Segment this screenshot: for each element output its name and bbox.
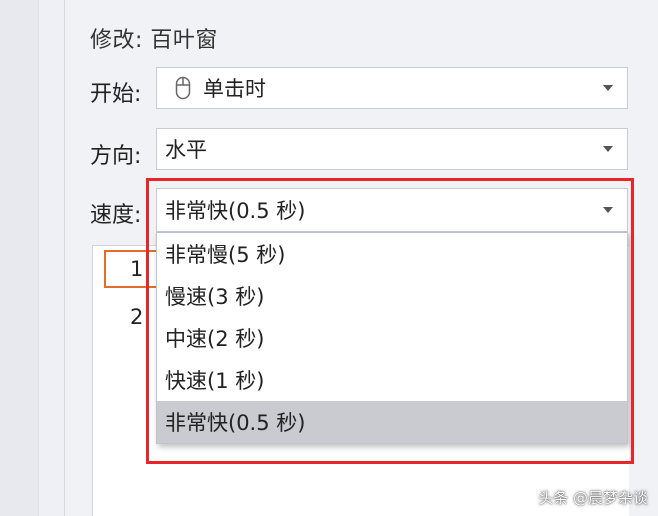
speed-label: 速度:	[90, 203, 142, 228]
start-label: 开始:	[90, 82, 142, 107]
list-item-number[interactable]: 1	[130, 257, 143, 281]
highlight-frame	[146, 178, 634, 464]
left-edge-strip	[0, 0, 39, 516]
direction-value: 水平	[165, 138, 207, 162]
panel-title: 修改: 百叶窗	[90, 28, 218, 53]
chevron-down-icon[interactable]	[603, 85, 613, 91]
start-value: 单击时	[203, 77, 266, 101]
direction-select[interactable]: 水平	[156, 128, 628, 170]
direction-label: 方向:	[90, 144, 142, 169]
chevron-down-icon[interactable]	[603, 146, 613, 152]
list-item-number[interactable]: 2	[130, 305, 143, 329]
mouse-icon	[175, 76, 191, 100]
custom-animation-screen: 修改: 百叶窗 开始: 单击时 方向: 水平 速度: 非常快(0.5 秒) 1 …	[0, 0, 658, 516]
start-select[interactable]: 单击时	[156, 67, 628, 109]
watermark: 头条 @晨梦杂谈	[538, 489, 648, 507]
